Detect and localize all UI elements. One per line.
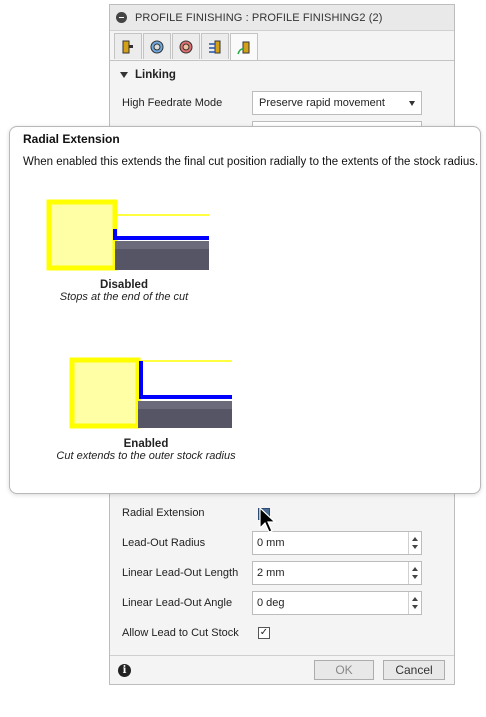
tab-geometry[interactable] (143, 33, 171, 59)
enabled-illustration (69, 357, 232, 429)
allow-lead-label: Allow Lead to Cut Stock (122, 627, 239, 639)
tab-heights[interactable] (172, 33, 200, 59)
enabled-caption: Enabled Cut extends to the outer stock r… (46, 438, 246, 462)
allow-lead-checkbox[interactable]: ✓ (258, 627, 270, 639)
lead-out-radius-stepper[interactable] (408, 532, 421, 554)
high-feedrate-value: Preserve rapid movement (259, 97, 385, 109)
tab-bar (114, 33, 259, 61)
enabled-toolpath (139, 361, 232, 399)
stepper-down-icon[interactable] (412, 545, 418, 550)
linear-lead-out-angle-input[interactable]: 0 deg (252, 591, 422, 615)
dialog-titlebar: PROFILE FINISHING : PROFILE FINISHING2 (… (110, 5, 454, 31)
tab-tool[interactable] (114, 33, 142, 59)
high-feedrate-row: High Feedrate Mode (122, 97, 252, 109)
linear-lead-out-angle-stepper[interactable] (408, 592, 421, 614)
enabled-caption-subtitle: Cut extends to the outer stock radius (56, 450, 236, 462)
disabled-part (46, 199, 118, 271)
radial-extension-row: Radial Extension (122, 507, 252, 519)
disabled-toolpath (113, 229, 209, 240)
disabled-stock-highlight (115, 241, 209, 249)
linear-lead-out-length-stepper[interactable] (408, 562, 421, 584)
tab-passes[interactable] (201, 33, 229, 59)
radial-extension-label: Radial Extension (122, 507, 205, 519)
linear-lead-out-length-label: Linear Lead-Out Length (122, 567, 239, 579)
chevron-down-icon (409, 101, 415, 106)
linear-lead-out-length-input[interactable]: 2 mm (252, 561, 422, 585)
enabled-stock-highlight (138, 401, 232, 409)
tab-linking[interactable] (230, 33, 258, 61)
high-feedrate-label: High Feedrate Mode (122, 97, 223, 109)
stepper-down-icon[interactable] (412, 605, 418, 610)
cancel-button[interactable]: Cancel (383, 660, 445, 680)
info-icon[interactable]: i (118, 664, 131, 677)
linear-lead-out-angle-row: Linear Lead-Out Angle (122, 597, 252, 609)
disabled-caption-subtitle: Stops at the end of the cut (59, 291, 189, 303)
linear-lead-out-length-row: Linear Lead-Out Length (122, 567, 252, 579)
expand-triangle-icon (120, 72, 128, 78)
lead-out-radius-label: Lead-Out Radius (122, 537, 206, 549)
stepper-up-icon[interactable] (412, 566, 418, 571)
stepper-down-icon[interactable] (412, 575, 418, 580)
passes-icon (209, 40, 221, 53)
tab-divider (110, 60, 454, 61)
enabled-caption-title: Enabled (123, 438, 169, 450)
lead-out-radius-value: 0 mm (257, 537, 285, 549)
linear-lead-out-angle-value: 0 deg (257, 597, 285, 609)
enabled-part (69, 357, 141, 429)
linear-lead-out-angle-label: Linear Lead-Out Angle (122, 597, 233, 609)
stepper-up-icon[interactable] (412, 536, 418, 541)
tool-icon (122, 40, 133, 53)
stepper-up-icon[interactable] (412, 596, 418, 601)
radial-extension-tooltip: Radial Extension When enabled this exten… (9, 126, 481, 494)
ok-button[interactable]: OK (314, 660, 374, 680)
geometry-icon (150, 40, 164, 53)
collapse-icon[interactable] (116, 12, 127, 23)
linking-icon (237, 41, 250, 54)
dialog-footer: i OK Cancel (110, 655, 454, 686)
linear-lead-out-length-value: 2 mm (257, 567, 285, 579)
tooltip-description: When enabled this extends the final cut … (23, 156, 479, 168)
heights-icon (179, 40, 193, 53)
high-feedrate-select[interactable]: Preserve rapid movement (252, 91, 422, 115)
tooltip-title: Radial Extension (23, 132, 120, 146)
dialog-title: PROFILE FINISHING : PROFILE FINISHING2 (… (135, 11, 383, 24)
linking-section-label: Linking (135, 69, 176, 81)
mouse-pointer-icon (259, 507, 277, 533)
disabled-caption: Disabled Stops at the end of the cut (34, 279, 214, 303)
lead-out-radius-row: Lead-Out Radius (122, 537, 252, 549)
linking-section-header[interactable]: Linking (120, 69, 176, 81)
disabled-illustration (46, 199, 209, 271)
disabled-caption-title: Disabled (100, 279, 148, 291)
allow-lead-row: Allow Lead to Cut Stock (122, 627, 252, 639)
